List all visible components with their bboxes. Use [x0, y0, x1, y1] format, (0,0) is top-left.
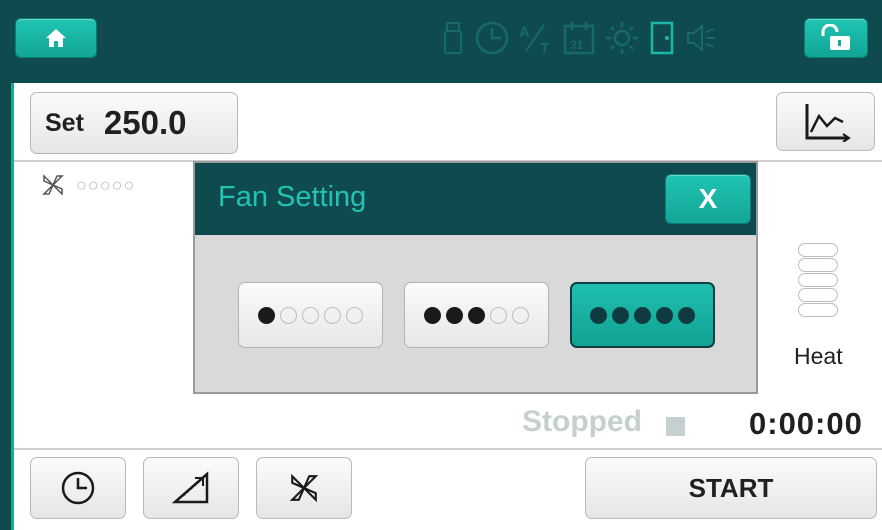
fan-level-3-option[interactable] — [404, 282, 549, 348]
calendar-icon: 31 — [563, 22, 595, 55]
setpoint-value: 250.0 — [103, 104, 187, 141]
heat-coil — [798, 258, 838, 272]
heat-coil — [798, 273, 838, 287]
fan-level-1-option[interactable] — [238, 282, 383, 348]
setpoint-button[interactable]: Set 250.0 — [30, 92, 238, 154]
run-status: Stopped — [522, 405, 642, 438]
fan-level-dots: ○○○○○ — [76, 174, 136, 195]
svg-text:31: 31 — [570, 38, 584, 52]
dot-filled — [258, 306, 275, 324]
close-label: X — [698, 183, 718, 214]
dot-filled — [468, 306, 485, 324]
timer-button[interactable] — [30, 457, 126, 519]
chart-icon — [805, 103, 851, 142]
top-bar: A T 31 — [0, 0, 882, 76]
fan-icon — [42, 174, 64, 196]
home-button[interactable] — [15, 18, 97, 58]
divider-bottom — [14, 448, 882, 450]
fan-button[interactable] — [256, 457, 352, 519]
svg-text:A: A — [519, 24, 530, 41]
dialog-header: Fan Setting X — [195, 163, 756, 235]
clock-icon — [61, 471, 95, 505]
svg-text:T: T — [540, 40, 549, 55]
stop-square-icon — [666, 417, 685, 436]
dot-empty — [490, 306, 507, 324]
speaker-mute-icon — [687, 23, 715, 53]
auto-tune-icon: A T — [519, 24, 549, 55]
setpoint-label: Set — [45, 108, 84, 137]
start-label: START — [688, 472, 774, 503]
dot-filled — [656, 306, 673, 324]
dialog-title: Fan Setting — [218, 181, 367, 213]
unlock-button[interactable] — [804, 18, 868, 58]
dot-empty — [280, 306, 297, 324]
dot-filled — [634, 306, 651, 324]
app-frame: A T 31 Set 250.0 ○○○○○ Heat Stopped 0:00… — [0, 0, 882, 530]
heat-coil — [798, 288, 838, 302]
start-button[interactable]: START — [585, 457, 877, 519]
heat-coil — [798, 303, 838, 317]
heat-coil — [798, 243, 838, 257]
status-icons: A T 31 — [440, 18, 718, 58]
dot-filled — [590, 306, 607, 324]
light-icon — [606, 22, 638, 54]
fan-setting-dialog: Fan Setting X — [193, 161, 758, 394]
heat-label: Heat — [794, 343, 843, 369]
dot-empty — [346, 306, 363, 324]
usb-icon — [444, 22, 462, 54]
timer-display: 0:00:00 — [749, 406, 863, 441]
dot-filled — [446, 306, 463, 324]
dot-empty — [302, 306, 319, 324]
close-button[interactable]: X — [665, 174, 751, 224]
dot-filled — [612, 306, 629, 324]
door-icon — [650, 21, 674, 55]
dot-filled — [678, 306, 695, 324]
fan-status: ○○○○○ — [40, 172, 135, 198]
dot-empty — [512, 306, 529, 324]
ramp-button[interactable] — [143, 457, 239, 519]
heat-indicator — [798, 243, 842, 318]
ramp-icon — [171, 471, 209, 504]
fan-level-5-option[interactable] — [570, 282, 715, 348]
home-icon — [46, 29, 66, 47]
chart-button[interactable] — [776, 92, 875, 151]
clock-icon — [475, 21, 509, 55]
dot-filled — [424, 306, 441, 324]
dot-empty — [324, 306, 341, 324]
fan-icon — [289, 473, 319, 503]
unlock-icon — [821, 24, 850, 50]
